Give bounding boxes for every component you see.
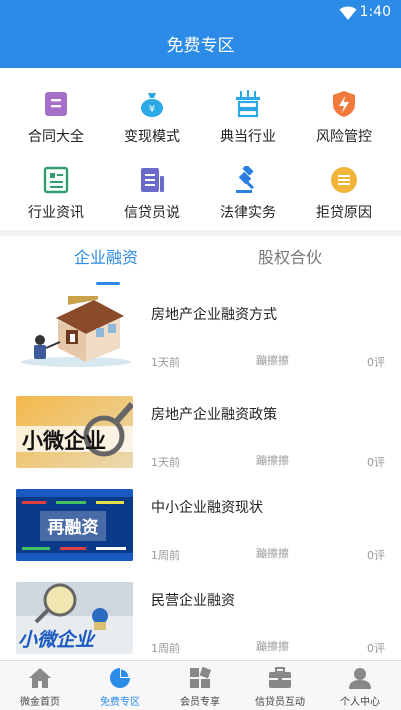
grid-item-label: 信贷员说 bbox=[124, 205, 180, 221]
grid-item-contracts[interactable]: 合同大全 bbox=[6, 78, 106, 148]
document-icon bbox=[141, 168, 164, 192]
nav-label: 微金首页 bbox=[20, 697, 60, 708]
article-comments: 0评 bbox=[367, 356, 385, 369]
tab-bar: 企业融资 股权合伙 bbox=[0, 236, 401, 288]
shield-lightning-icon bbox=[333, 91, 355, 117]
tab-indicator bbox=[96, 282, 120, 285]
status-bar: 1:40 bbox=[0, 0, 401, 26]
article-comments: 0评 bbox=[367, 549, 385, 562]
nav-label: 信贷员互动 bbox=[255, 697, 305, 708]
article-time: 1周前 bbox=[151, 549, 180, 562]
home-icon bbox=[29, 668, 51, 688]
article-comments: 0评 bbox=[367, 642, 385, 655]
grid-item-label: 法律实务 bbox=[220, 205, 276, 221]
grid-item-label: 风险管控 bbox=[316, 129, 372, 145]
article-source: 蹦擦擦 bbox=[256, 354, 289, 367]
grid-item-risk[interactable]: 风险管控 bbox=[294, 78, 394, 148]
list-circle-icon bbox=[331, 167, 357, 193]
list-item[interactable]: 房地产企业融资方式 1天前 蹦擦擦 0评 bbox=[0, 288, 401, 380]
tab-equity-partnership[interactable]: 股权合伙 bbox=[258, 244, 322, 268]
grid-item-label: 变现模式 bbox=[124, 129, 180, 145]
article-thumbnail: 再融资 bbox=[16, 489, 133, 561]
gavel-icon bbox=[236, 166, 254, 193]
grid-item-monetize[interactable]: ¥ 变现模式 bbox=[102, 78, 202, 148]
grid-item-news[interactable]: 行业资讯 bbox=[6, 154, 106, 224]
grid-item-loan-officer[interactable]: 信贷员说 bbox=[102, 154, 202, 224]
nav-free-zone[interactable]: 免费专区 bbox=[80, 661, 160, 710]
grid-item-label: 典当行业 bbox=[220, 129, 276, 145]
thumb-text: 小微企业 bbox=[18, 629, 96, 651]
grid-item-rejection[interactable]: 拒贷原因 bbox=[294, 154, 394, 224]
bottom-nav: 微金首页 免费专区 会员专享 信贷员互动 个人中心 bbox=[0, 660, 401, 710]
list-item[interactable]: 再融资 中小企业融资现状 1周前 蹦擦擦 0评 bbox=[0, 481, 401, 573]
list-item[interactable]: 小微企业 房地产企业融资政策 1天前 蹦擦擦 0评 bbox=[0, 388, 401, 480]
article-title: 房地产企业融资方式 bbox=[151, 307, 277, 323]
article-time: 1天前 bbox=[151, 356, 180, 369]
article-title: 民营企业融资 bbox=[151, 593, 235, 609]
article-time: 1周前 bbox=[151, 642, 180, 655]
category-grid: 合同大全 ¥ 变现模式 典当行业 风险管控 行业资讯 信贷员说 法律实务 拒贷原… bbox=[0, 68, 401, 230]
article-title: 中小企业融资现状 bbox=[151, 500, 263, 516]
blocks-icon bbox=[190, 667, 212, 688]
pie-chart-icon bbox=[110, 668, 130, 688]
grid-item-pawn[interactable]: 典当行业 bbox=[198, 78, 298, 148]
grid-item-law[interactable]: 法律实务 bbox=[198, 154, 298, 224]
article-time: 1天前 bbox=[151, 456, 180, 469]
article-source: 蹦擦擦 bbox=[256, 547, 289, 560]
person-icon bbox=[349, 668, 371, 689]
thumb-text: 小微企业 bbox=[22, 429, 106, 453]
grid-item-label: 行业资讯 bbox=[28, 205, 84, 221]
nav-label: 个人中心 bbox=[340, 697, 380, 708]
nav-label: 会员专享 bbox=[180, 697, 220, 708]
article-list: 房地产企业融资方式 1天前 蹦擦擦 0评 小微企业 房地产企业融资政策 1天前 bbox=[0, 288, 401, 660]
news-icon bbox=[43, 166, 69, 194]
article-thumbnail bbox=[16, 296, 133, 368]
briefcase-icon bbox=[269, 667, 291, 688]
page-title: 免费专区 bbox=[0, 26, 401, 68]
thumb-text: 再融资 bbox=[48, 517, 99, 538]
article-comments: 0评 bbox=[367, 456, 385, 469]
list-item[interactable]: 小微企业 民营企业融资 1周前 蹦擦擦 0评 bbox=[0, 574, 401, 660]
article-source: 蹦擦擦 bbox=[256, 454, 289, 467]
money-bag-icon: ¥ bbox=[141, 93, 163, 117]
contract-icon bbox=[45, 92, 67, 116]
status-time: 1:40 bbox=[359, 4, 391, 20]
nav-label: 免费专区 bbox=[100, 697, 140, 708]
nav-profile[interactable]: 个人中心 bbox=[320, 661, 400, 710]
article-thumbnail: 小微企业 bbox=[16, 396, 133, 468]
wifi-icon bbox=[339, 6, 357, 20]
nav-home[interactable]: 微金首页 bbox=[0, 661, 80, 710]
svg-text:¥: ¥ bbox=[149, 104, 155, 115]
article-title: 房地产企业融资政策 bbox=[151, 407, 277, 423]
article-thumbnail: 小微企业 bbox=[16, 582, 133, 654]
nav-loan-officer[interactable]: 信贷员互动 bbox=[240, 661, 320, 710]
nav-member[interactable]: 会员专享 bbox=[160, 661, 240, 710]
pawn-icon bbox=[236, 90, 260, 118]
grid-item-label: 合同大全 bbox=[28, 129, 84, 145]
grid-item-label: 拒贷原因 bbox=[316, 205, 372, 221]
article-source: 蹦擦擦 bbox=[256, 640, 289, 653]
tab-enterprise-financing[interactable]: 企业融资 bbox=[74, 244, 138, 268]
